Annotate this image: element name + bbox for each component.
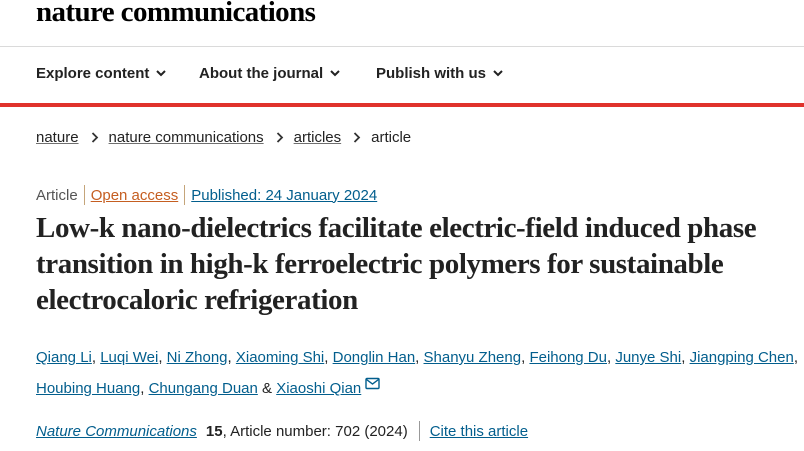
author-item: Houbing Huang, — [36, 380, 149, 397]
author-item: Luqi Wei, — [100, 349, 167, 366]
author-link[interactable]: Feihong Du — [529, 349, 607, 366]
article-meta: Article Open access Published: 24 Januar… — [36, 184, 377, 206]
site-logo[interactable]: nature communications — [36, 0, 316, 29]
article-type: Article — [36, 186, 78, 204]
breadcrumb-nature-communications[interactable]: nature communications — [109, 129, 264, 146]
citation-line: Nature Communications 15 , Article numbe… — [36, 421, 528, 441]
header-divider — [0, 103, 804, 107]
nav-item-label: Publish with us — [376, 65, 487, 82]
published-date-link[interactable]: Published: 24 January 2024 — [191, 187, 377, 204]
author-link[interactable]: Xiaoming Shi — [236, 349, 324, 366]
citation-divider — [418, 421, 420, 441]
breadcrumb-current: article — [371, 129, 412, 146]
breadcrumb-nature[interactable]: nature — [36, 129, 79, 146]
main-nav: Explore content About the journal Publis… — [0, 47, 804, 103]
nav-about-journal[interactable]: About the journal — [199, 65, 340, 82]
nav-item-label: Explore content — [36, 65, 150, 82]
author-item: Feihong Du, — [529, 349, 616, 366]
nav-publish-with-us[interactable]: Publish with us — [376, 65, 503, 82]
article-number: , Article number: 702 (2024) — [222, 422, 408, 440]
breadcrumb-articles[interactable]: articles — [294, 129, 342, 146]
author-item: Junye Shi, — [615, 349, 690, 366]
author-item: Xiaoming Shi, — [235, 349, 333, 366]
author-link[interactable]: Houbing Huang — [36, 380, 140, 397]
chevron-right-icon — [91, 132, 98, 143]
nav-explore-content[interactable]: Explore content — [36, 65, 167, 82]
author-item: Donglin Han, — [332, 349, 424, 366]
author-link[interactable]: Junye Shi — [615, 349, 681, 366]
author-link[interactable]: Jiangping Chen — [690, 349, 794, 366]
cite-this-article-link[interactable]: Cite this article — [430, 423, 528, 440]
author-link[interactable]: Donglin Han — [333, 349, 416, 366]
mail-icon[interactable] — [365, 377, 380, 390]
nav-item-label: About the journal — [199, 65, 324, 82]
chevron-down-icon — [330, 70, 340, 77]
open-access-link[interactable]: Open access — [91, 187, 179, 204]
author-link[interactable]: Chungang Duan — [149, 380, 258, 397]
author-link[interactable]: Luqi Wei — [100, 349, 158, 366]
author-item: Jiangping Chen, — [689, 349, 798, 366]
author-item: Qiang Li, — [36, 349, 101, 366]
volume: 15 — [205, 422, 223, 440]
author-item: Ni Zhong, — [166, 349, 236, 366]
meta-divider — [184, 185, 186, 205]
author-item: Shanyu Zheng, — [423, 349, 530, 366]
chevron-down-icon — [156, 70, 167, 77]
author-link[interactable]: Shanyu Zheng — [424, 349, 522, 366]
author-link[interactable]: Xiaoshi Qian — [276, 380, 361, 397]
author-item: Chungang Duan & — [148, 380, 277, 397]
author-link[interactable]: Ni Zhong — [167, 349, 228, 366]
chevron-down-icon — [493, 70, 503, 77]
journal-link[interactable]: Nature Communications — [36, 423, 197, 440]
chevron-right-icon — [354, 132, 361, 143]
author-link[interactable]: Qiang Li — [36, 349, 92, 366]
breadcrumb: nature nature communications articles ar… — [36, 129, 411, 146]
meta-divider — [83, 185, 85, 205]
article-title: Low-k nano-dielectrics facilitate electr… — [36, 212, 757, 316]
chevron-right-icon — [276, 132, 283, 143]
author-list: Qiang Li, Luqi Wei, Ni Zhong, Xiaoming S… — [36, 342, 801, 404]
author-item: Xiaoshi Qian — [276, 377, 380, 397]
site-header: nature communications — [0, 0, 804, 47]
